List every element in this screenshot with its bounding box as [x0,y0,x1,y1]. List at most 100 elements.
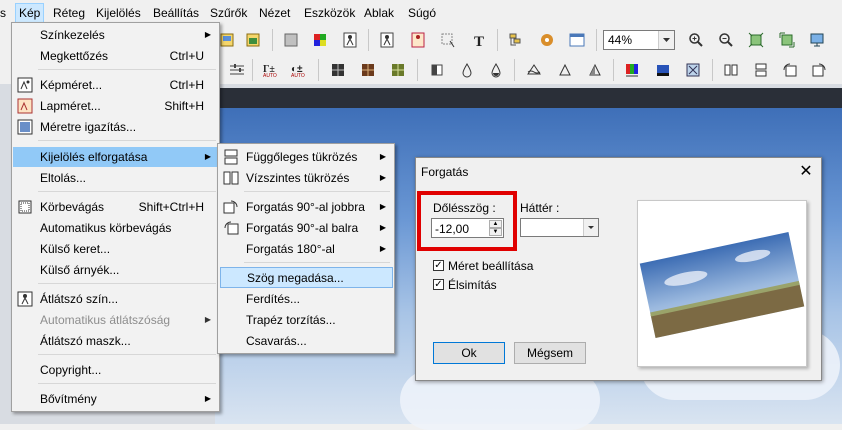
menu-item-canvas-size[interactable]: Lapméret... Shift+H [13,96,218,116]
submenu-item-perspective[interactable]: Trapéz torzítás... [219,310,393,330]
brightness-icon[interactable] [427,60,447,80]
submenu-item-flip-vertical[interactable]: Függőleges tükrözés ▶ [219,147,393,167]
menu-item-auto-crop[interactable]: Automatikus körbevágás [13,218,218,238]
submenu-item-twist[interactable]: Csavarás... [219,331,393,351]
svg-text:T: T [474,34,484,48]
color-grid-icon[interactable] [310,30,330,50]
menu-select[interactable]: Kijelölés [96,5,141,21]
menu-item-duplicate[interactable]: Megkettőzés Ctrl+U [13,46,218,66]
resize-checkbox[interactable]: ✓ [433,260,444,271]
chevron-down-icon[interactable] [658,31,674,49]
menu-tools[interactable]: Eszközök [304,5,355,21]
menu-item-outer-frame[interactable]: Külső keret... [13,239,218,259]
ok-button[interactable]: Ok [433,342,505,364]
layers-tool-icon[interactable] [506,30,526,50]
menu-window[interactable]: Ablak [364,5,394,21]
menu-item-auto-transparency[interactable]: Automatikus átlátszóság ▶ [13,310,218,330]
menu-filters[interactable]: Szűrők [210,5,247,21]
menu-item-color-management[interactable]: Színkezelés ▶ [13,25,218,45]
mosaic-dark-icon[interactable] [328,60,348,80]
submenu-item-rotate-left[interactable]: Forgatás 90°-al balra ▶ [219,218,393,238]
menu-layer[interactable]: Réteg [53,5,85,21]
menu-item-rotate-selection[interactable]: Kijelölés elforgatása ▶ [13,147,218,167]
submenu-item-skew[interactable]: Ferdítés... [219,289,393,309]
submenu-item-set-angle[interactable]: Szög megadása... [220,267,393,288]
actual-size-icon[interactable] [777,30,797,50]
submenu-item-rotate-right[interactable]: Forgatás 90°-al jobbra ▶ [219,197,393,217]
background-label: Háttér : [520,201,560,215]
canvas-size-icon [17,98,33,114]
chevron-right-icon: ▶ [204,30,211,39]
chevron-right-icon: ▶ [204,152,211,161]
menu-item-crop[interactable]: Körbevágás Shift+Ctrl+H [13,197,218,217]
chevron-down-icon[interactable] [583,219,598,236]
menu-view[interactable]: Nézet [259,5,290,21]
image-menu: Színkezelés ▶ Megkettőzés Ctrl+U Képmére… [11,22,220,412]
gray-square-icon[interactable] [281,30,301,50]
plugin-gear-icon[interactable] [537,30,557,50]
fullscreen-icon[interactable] [807,30,827,50]
adjust-lines-icon[interactable] [227,60,247,80]
flip-vertical-tb-icon[interactable] [751,60,771,80]
figure-red-icon[interactable] [408,30,428,50]
text-tool-icon[interactable]: T [469,30,489,50]
rotate-left-icon [224,221,239,235]
menu-help[interactable]: Súgó [408,5,436,21]
save-image-icon[interactable] [217,30,237,50]
preview-image [639,232,805,338]
menu-item-image-size[interactable]: Képméret... Ctrl+H [13,75,218,95]
menu-item-fit-size[interactable]: Méretre igazítás... [13,117,218,137]
rotation-preview [637,200,807,367]
export-image-icon[interactable] [243,30,263,50]
color-balance-icon[interactable] [622,60,642,80]
menu-item-offset[interactable]: Eltolás... [13,168,218,188]
svg-text:AUTO: AUTO [263,73,277,78]
window-icon[interactable] [567,30,587,50]
chevron-right-icon: ▶ [379,202,386,211]
rotate-right-tb-icon[interactable] [809,60,829,80]
zoom-select[interactable]: 44% [603,30,675,50]
rotate-left-tb-icon[interactable] [780,60,800,80]
selection-cursor-icon[interactable] [438,30,458,50]
menu-item-copyright[interactable]: Copyright... [13,360,218,380]
antialias-checkbox[interactable]: ✓ [433,279,444,290]
menu-image[interactable]: Kép [15,3,45,23]
menu-item-plugin[interactable]: Bővítmény ▶ [13,389,218,409]
triangle-outline-icon[interactable] [555,60,575,80]
gradient-map-icon[interactable] [653,60,673,80]
submenu-item-rotate-180[interactable]: Forgatás 180°-al ▶ [219,239,393,259]
dialog-title: Forgatás [421,165,469,179]
drop-outline-icon[interactable] [457,60,477,80]
chevron-right-icon: ▶ [379,173,386,182]
resize-label: Méret beállítása [448,259,534,273]
menu-adjust[interactable]: Beállítás [153,5,199,21]
mosaic-green-icon[interactable] [388,60,408,80]
menu-item-transparent-mask[interactable]: Átlátszó maszk... [13,331,218,351]
flip-horizontal-tb-icon[interactable] [721,60,741,80]
zoom-out-icon[interactable] [716,30,736,50]
mosaic-brown-icon[interactable] [358,60,378,80]
close-icon[interactable]: ✕ [796,162,816,182]
auto-levels-icon[interactable]: Γ± AUTO [260,60,280,80]
menu-prev[interactable]: s [0,5,6,21]
fit-size-icon [17,119,33,135]
auto-contrast-icon[interactable]: ◐± AUTO [288,60,308,80]
zoom-in-icon[interactable] [686,30,706,50]
noise-filter-icon[interactable] [683,60,703,80]
antialias-label: Élsimítás [448,278,497,292]
menu-item-transparent-color[interactable]: Átlátszó szín... [13,289,218,309]
cancel-button[interactable]: Mégsem [514,342,586,364]
svg-text:AUTO: AUTO [291,73,305,78]
person-icon[interactable] [340,30,360,50]
submenu-item-flip-horizontal[interactable]: Vízszintes tükrözés ▶ [219,168,393,188]
chevron-right-icon: ▶ [379,244,386,253]
chevron-right-icon: ▶ [379,223,386,232]
figure-frame-icon[interactable] [377,30,397,50]
background-select[interactable] [520,218,599,237]
fit-window-icon[interactable] [746,30,766,50]
triangle-half-icon[interactable] [585,60,605,80]
drop-half-icon[interactable] [486,60,506,80]
rotate-submenu: Függőleges tükrözés ▶ Vízszintes tükrözé… [217,143,395,354]
menu-item-drop-shadow[interactable]: Külső árnyék... [13,260,218,280]
triangle-wave-icon[interactable] [524,60,544,80]
